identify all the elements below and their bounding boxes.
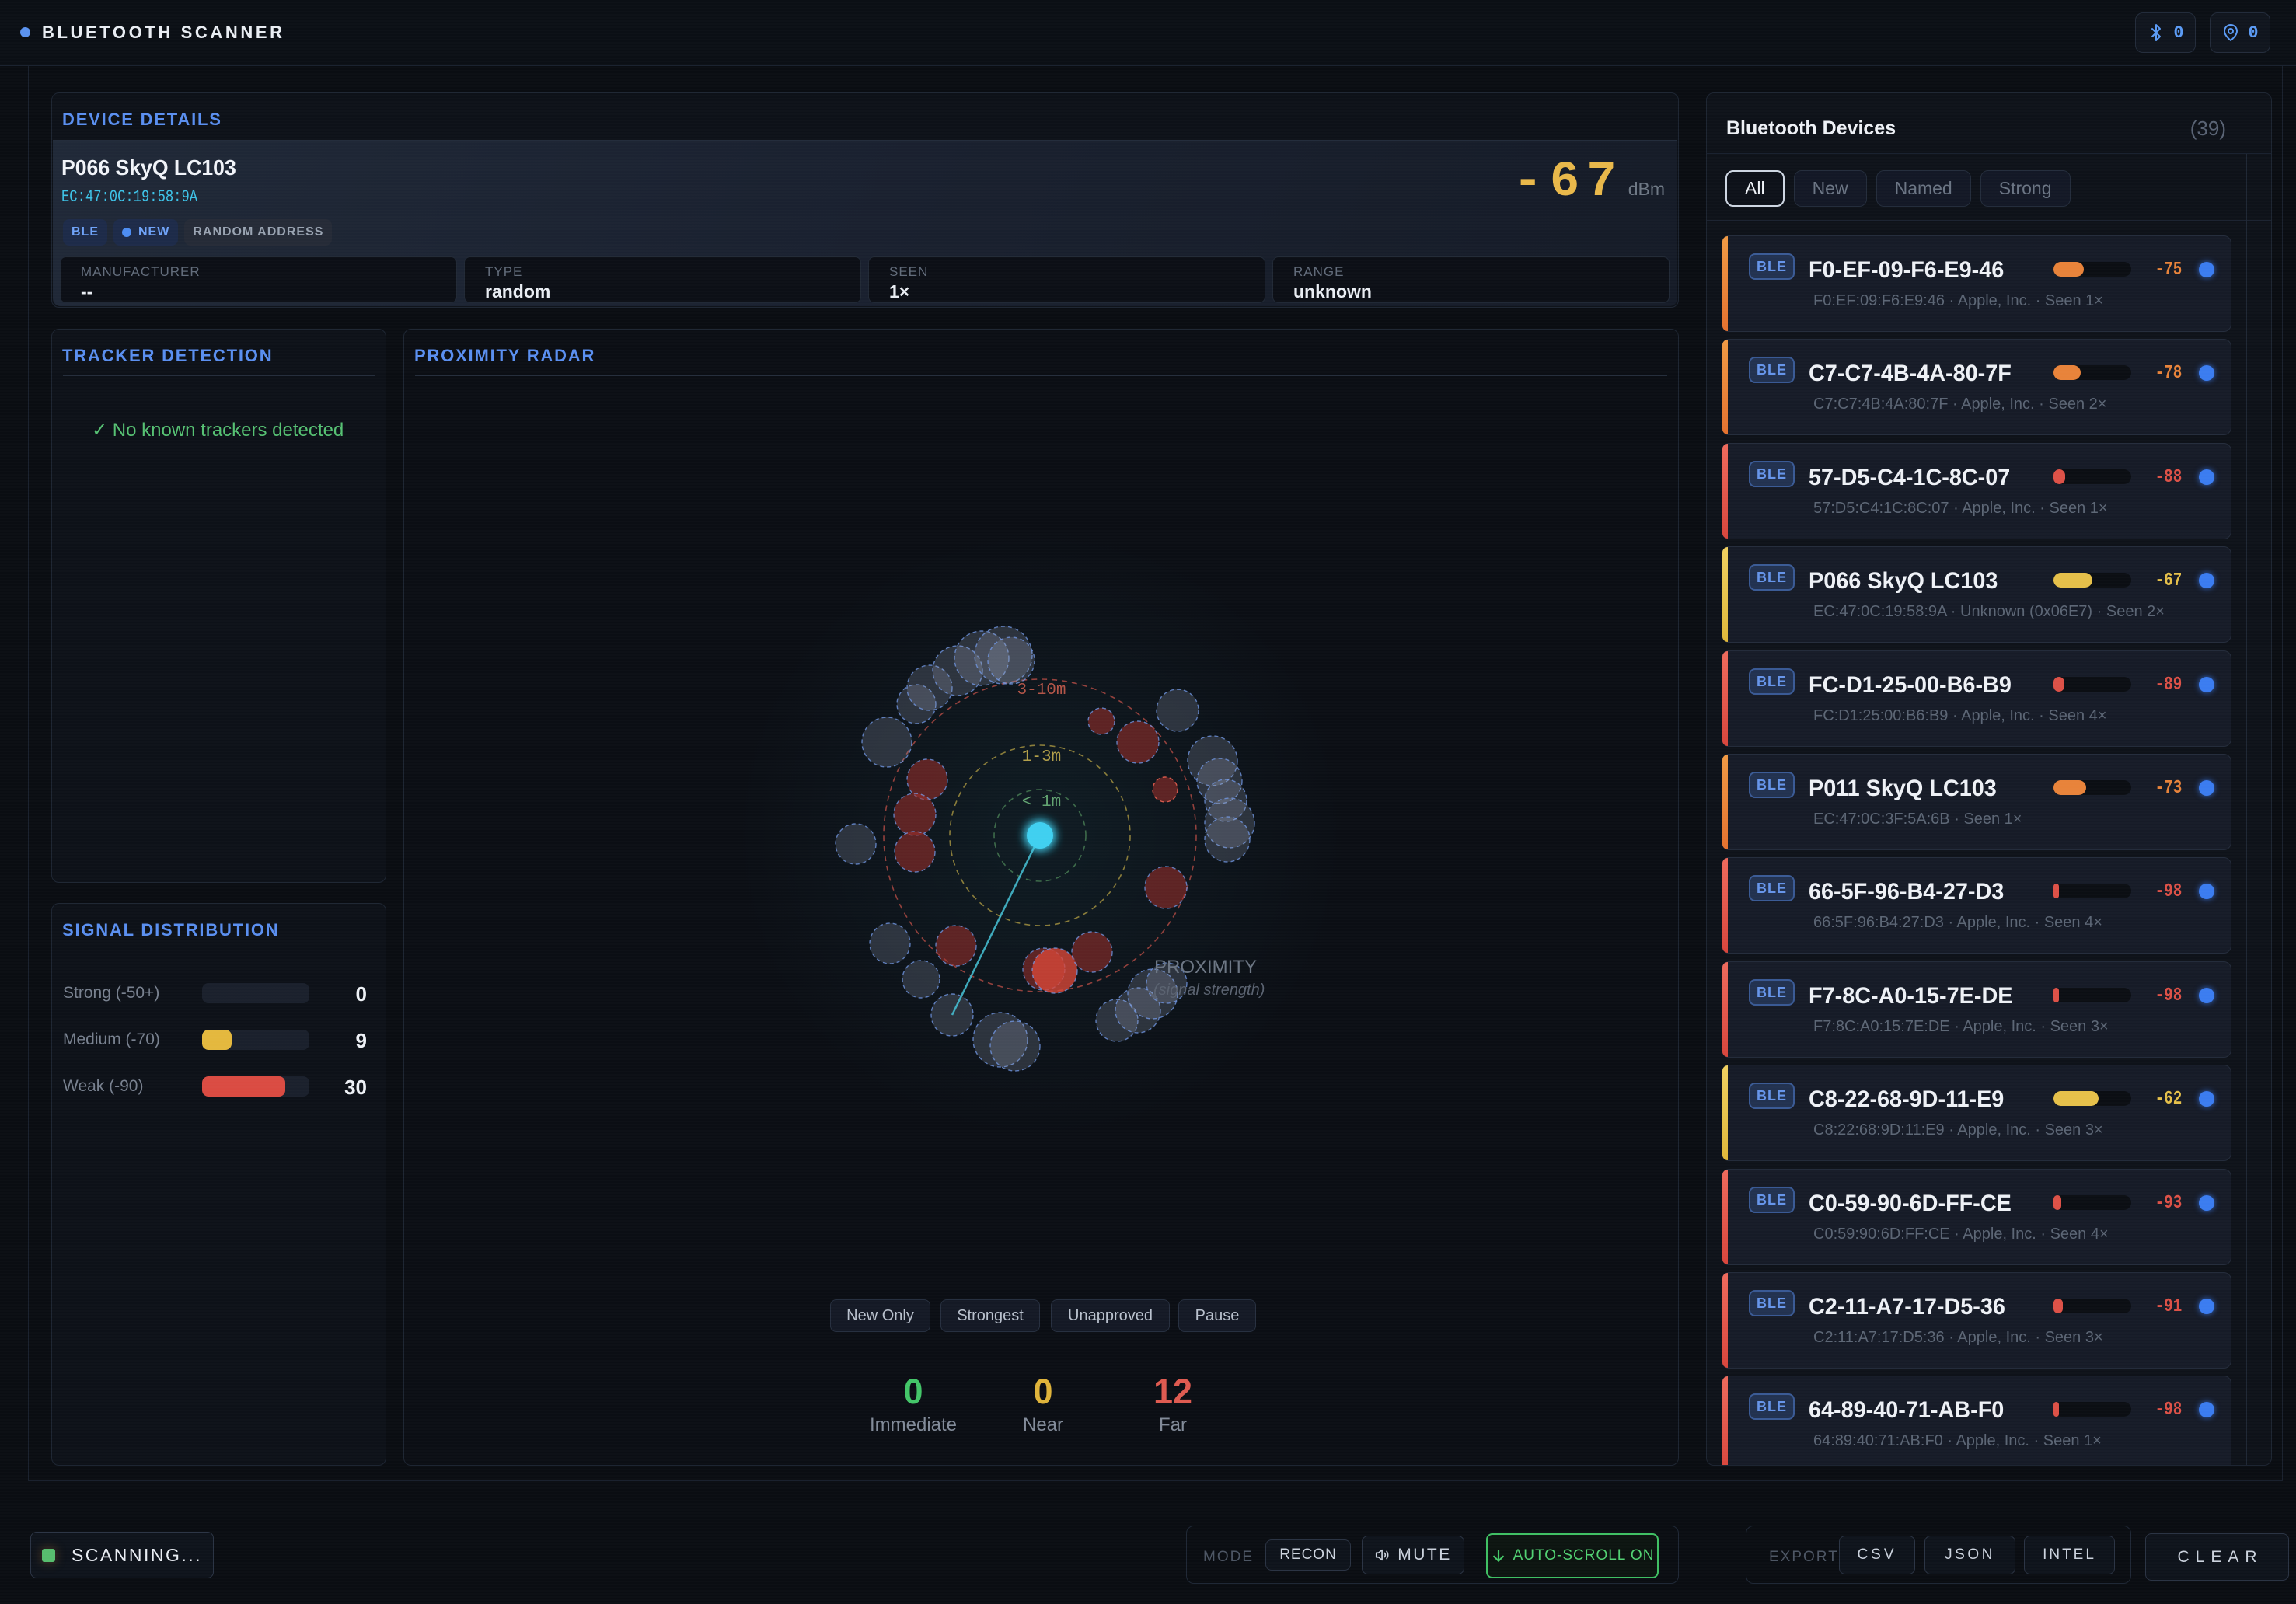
svg-text:PROXIMITY: PROXIMITY (1154, 957, 1257, 978)
svg-text:(signal strength): (signal strength) (1153, 982, 1265, 999)
svg-text:1-3m: 1-3m (1022, 748, 1061, 766)
svg-text:3-10m: 3-10m (1017, 682, 1066, 699)
svg-text:< 1m: < 1m (1022, 793, 1061, 811)
